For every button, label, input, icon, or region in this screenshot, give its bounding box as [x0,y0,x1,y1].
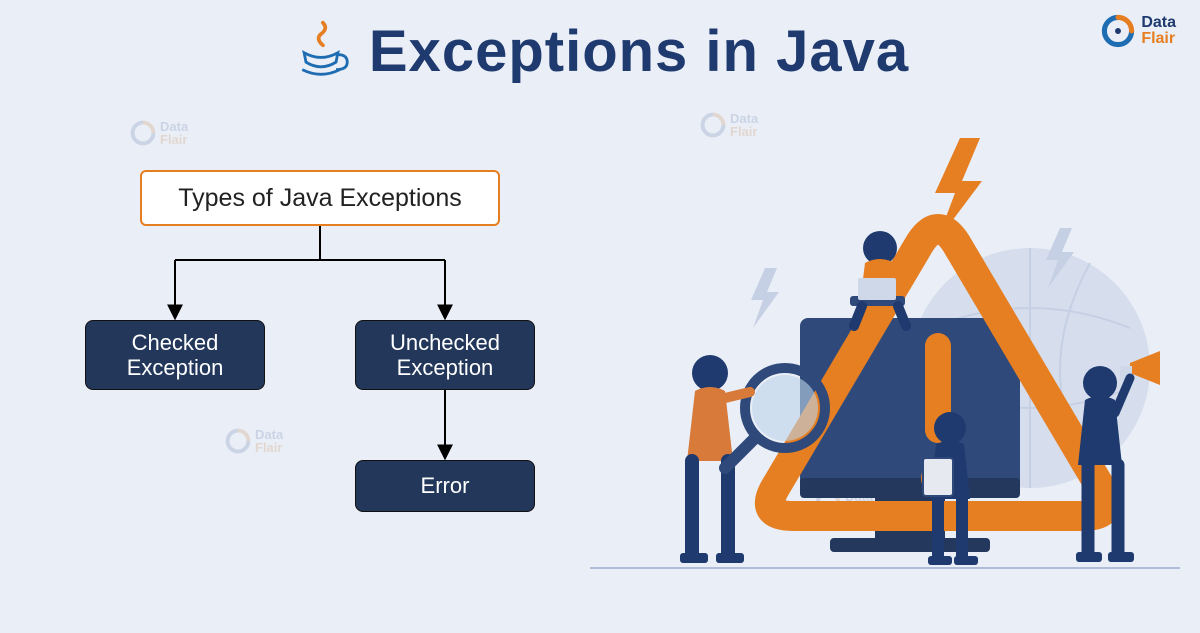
diagram-node-unchecked: Unchecked Exception [355,320,535,390]
warning-illustration [590,128,1180,628]
brand-logo-icon [1101,14,1135,48]
brand-logo: Data Flair [1101,14,1176,48]
diagram-root-node: Types of Java Exceptions [140,170,500,226]
brand-logo-text: Data Flair [1141,15,1176,47]
java-cup-icon [291,19,351,84]
diagram-node-checked: Checked Exception [85,320,265,390]
exception-types-diagram: Types of Java Exceptions Checked Excepti… [60,160,580,580]
page-header: Exceptions in Java [0,0,1200,85]
diagram-node-error: Error [355,460,535,512]
page-title: Exceptions in Java [369,18,909,85]
brand-watermark: DataFlair [130,120,188,146]
